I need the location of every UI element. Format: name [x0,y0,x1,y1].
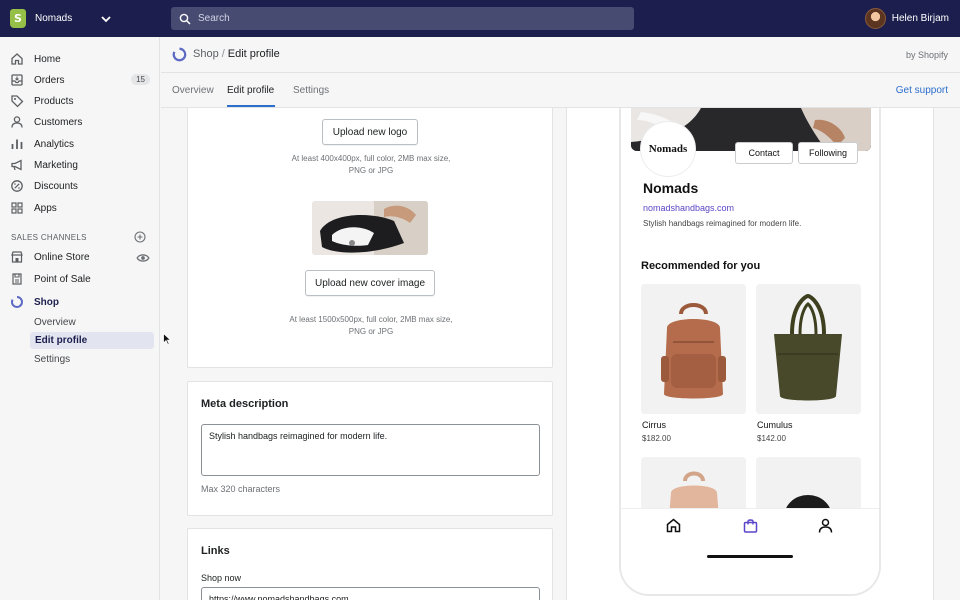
orders-count-badge: 15 [131,74,150,85]
active-tab-indicator [227,105,275,107]
page-header: Shop / Edit profile by Shopify [161,37,960,73]
add-channel-icon[interactable] [134,231,146,243]
phone-preview: Nomads Contact Following Nomads nomadsha… [619,108,881,596]
preview-store-url[interactable]: nomadshandbags.com [643,203,734,213]
sidebar-item-point-of-sale[interactable]: Point of Sale [10,270,150,288]
sidebar-subitem-settings[interactable]: Settings [34,351,70,368]
tote-product-image [756,284,861,414]
shop-now-input[interactable] [201,587,540,600]
preview-contact-button[interactable]: Contact [735,142,793,164]
main-content: Upload new logo At least 400x400px, full… [161,108,960,600]
page-title: Edit profile [227,48,280,60]
meta-description-helper: Max 320 characters [201,484,281,494]
tab-edit-profile[interactable]: Edit profile [227,85,274,96]
search-bar[interactable] [171,7,634,30]
app-byline: by Shopify [905,50,948,60]
logo-hint: At least 400x400px, full color, 2MB max … [291,154,451,175]
store-icon [11,251,23,263]
tab-bar: Overview Edit profile Settings Get suppo… [161,73,960,108]
sidebar: Home Orders 15 Products Customers Analyt… [0,37,160,600]
preview-store-logo: Nomads [640,121,696,177]
shopify-logo-icon: S [10,9,26,28]
preview-bottom-nav [621,508,879,594]
product-price-cirrus: $182.00 [642,434,671,443]
tag-icon [11,95,24,108]
recommended-heading: Recommended for you [641,260,761,272]
sidebar-item-shop[interactable]: Shop [10,293,150,311]
profile-icon[interactable] [817,517,834,534]
orders-icon [11,74,23,86]
sidebar-item-orders[interactable]: Orders 15 [10,71,150,89]
sidebar-item-online-store[interactable]: Online Store [10,248,150,266]
person-icon [11,116,23,128]
tab-overview[interactable]: Overview [172,85,214,96]
preview-following-button[interactable]: Following [798,142,858,164]
home-icon[interactable] [665,517,682,534]
discount-icon [11,180,23,192]
user-menu[interactable]: Helen Birjam [864,8,949,29]
product-name-cumulus: Cumulus [757,420,793,430]
sidebar-item-apps[interactable]: Apps [10,199,150,217]
sales-channels-heading: SALES CHANNELS [11,233,87,242]
sidebar-item-customers[interactable]: Customers [10,113,150,131]
bar-chart-icon [11,139,23,149]
breadcrumb-shop[interactable]: Shop [193,48,219,60]
shop-app-icon [172,47,187,62]
meta-description-card: Meta description Stylish handbags reimag… [187,381,553,516]
sidebar-item-analytics[interactable]: Analytics [10,135,150,153]
upload-logo-button[interactable]: Upload new logo [322,119,418,145]
cover-hint: At least 1500x500px, full color, 2MB max… [289,315,453,336]
sidebar-subitem-overview[interactable]: Overview [34,314,76,331]
store-name: Nomads [35,13,73,24]
product-price-cumulus: $142.00 [757,434,786,443]
upload-cover-button[interactable]: Upload new cover image [305,270,435,296]
shop-icon [11,296,23,308]
sidebar-item-discounts[interactable]: Discounts [10,177,150,195]
preview-store-name: Nomads [643,180,699,196]
images-card: Upload new logo At least 400x400px, full… [187,108,553,368]
links-title: Links [201,545,230,557]
meta-description-textarea[interactable]: Stylish handbags reimagined for modern l… [201,424,540,476]
search-icon [179,13,191,25]
sidebar-item-home[interactable]: Home [10,50,150,68]
apps-icon [11,202,23,214]
product-card-cumulus[interactable] [756,284,861,414]
shopping-bag-icon[interactable] [742,517,759,534]
sidebar-item-products[interactable]: Products [10,92,150,110]
meta-description-title: Meta description [201,398,289,410]
top-bar: S Nomads Helen Birjam [0,0,960,37]
search-input[interactable] [198,13,598,24]
product-name-cirrus: Cirrus [642,420,666,430]
store-switcher[interactable]: S Nomads [0,0,160,37]
home-indicator [707,555,793,558]
breadcrumb: Shop / Edit profile [193,48,280,60]
pos-icon [12,273,22,285]
user-name: Helen Birjam [891,13,949,24]
cover-image-graphic [312,201,428,255]
shop-now-label: Shop now [201,573,242,583]
sidebar-item-marketing[interactable]: Marketing [10,156,150,174]
avatar [864,8,886,29]
tab-settings[interactable]: Settings [293,85,329,96]
preview-store-description: Stylish handbags reimagined for modern l… [643,219,802,228]
home-icon [11,53,23,65]
chevron-down-icon [101,15,111,22]
product-card-cirrus[interactable] [641,284,746,414]
megaphone-icon [11,159,22,171]
get-support-link[interactable]: Get support [896,85,948,96]
sidebar-subitem-edit-profile[interactable]: Edit profile [30,332,154,349]
cover-image-thumbnail [312,201,428,255]
eye-icon[interactable] [136,251,150,265]
links-card: Links Shop now [187,528,553,600]
backpack-product-image [641,284,746,414]
breadcrumb-separator: / [221,48,225,60]
right-gutter [934,108,960,600]
profile-preview-panel: Nomads Contact Following Nomads nomadsha… [566,108,934,600]
